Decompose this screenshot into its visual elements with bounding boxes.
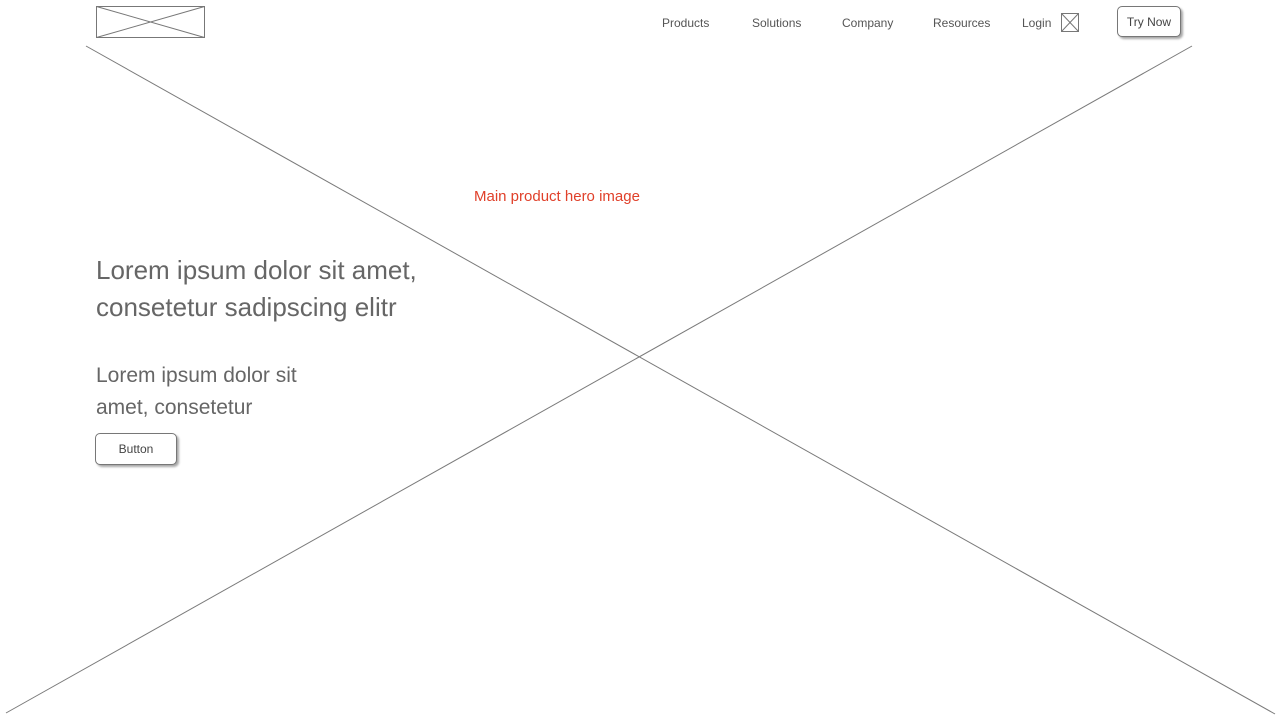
hero-subheadline: Lorem ipsum dolor sit amet, consetetur xyxy=(96,364,297,419)
hero-cta-button[interactable]: Button xyxy=(95,433,177,465)
nav-company[interactable]: Company xyxy=(842,15,893,31)
hero-headline: Lorem ipsum dolor sit amet, consetetur s… xyxy=(96,255,417,322)
nav-resources[interactable]: Resources xyxy=(933,15,990,31)
page: Products Solutions Company Resources Log… xyxy=(0,0,1280,720)
nav-login[interactable]: Login xyxy=(1022,15,1051,31)
nav-products[interactable]: Products xyxy=(662,15,709,31)
nav-solutions[interactable]: Solutions xyxy=(752,15,801,31)
hero-image-caption: Main product hero image xyxy=(474,188,640,205)
try-now-button[interactable]: Try Now xyxy=(1117,6,1181,37)
login-icon[interactable] xyxy=(1061,13,1079,32)
logo-placeholder[interactable] xyxy=(96,6,205,38)
